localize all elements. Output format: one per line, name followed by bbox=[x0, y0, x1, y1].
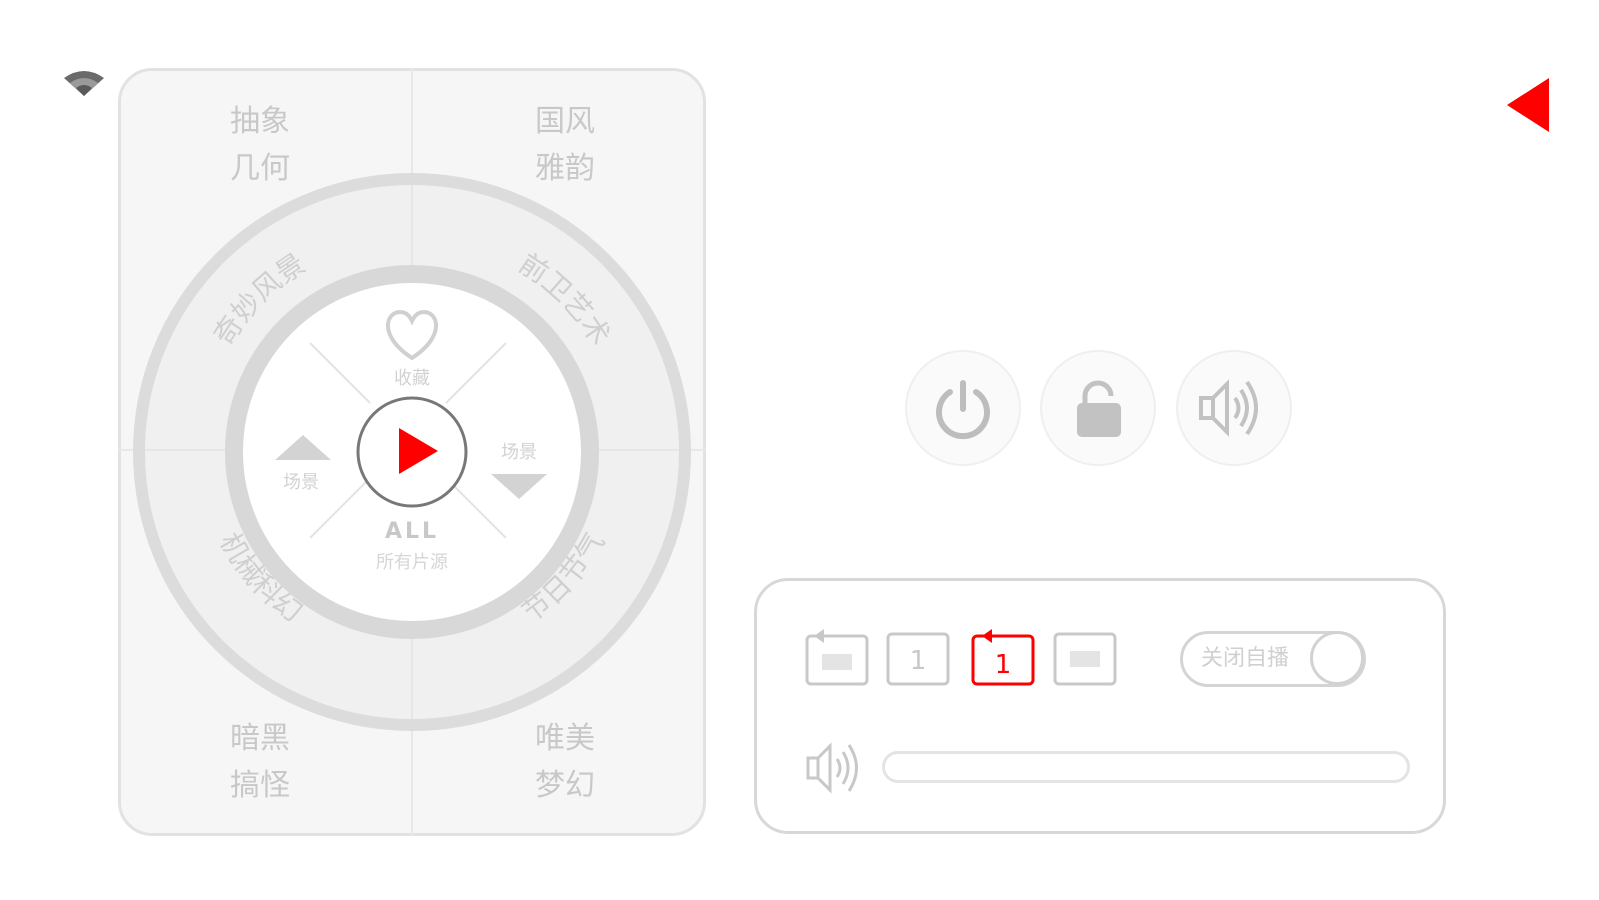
power-icon bbox=[936, 380, 990, 440]
corner-text-line: 雅韵 bbox=[535, 151, 595, 186]
all-sub-label: 所有片源 bbox=[376, 552, 448, 573]
sound-button[interactable] bbox=[1176, 350, 1292, 466]
autoplay-label: 关闭自播 bbox=[1201, 646, 1290, 671]
corner-text-line: 暗黑 bbox=[230, 721, 290, 756]
corner-text-line: 几何 bbox=[230, 151, 290, 186]
toggle-knob bbox=[1310, 631, 1364, 685]
corner-text-line: 梦幻 bbox=[535, 768, 595, 803]
corner-text-line: 抽象 bbox=[230, 104, 290, 139]
all-label[interactable]: ALL bbox=[385, 519, 439, 544]
autoplay-toggle[interactable]: 关闭自播 bbox=[1180, 631, 1366, 687]
corner-text-line: 搞怪 bbox=[230, 768, 290, 803]
single-mode-label: 1 bbox=[910, 646, 927, 676]
speaker-icon bbox=[1199, 379, 1258, 437]
next-scene-label: 场景 bbox=[501, 442, 537, 463]
volume-slider[interactable] bbox=[882, 751, 1410, 783]
category-dark-funny[interactable]: 暗黑 搞怪 bbox=[200, 715, 320, 809]
wifi-icon bbox=[64, 71, 104, 96]
category-dreamy[interactable]: 唯美 梦幻 bbox=[505, 715, 625, 809]
lock-icon bbox=[1077, 380, 1121, 437]
lock-button[interactable] bbox=[1040, 350, 1156, 466]
category-abstract-geometry[interactable]: 抽象 几何 bbox=[200, 98, 320, 192]
speaker-icon bbox=[806, 742, 858, 794]
favorite-label: 收藏 bbox=[394, 368, 430, 389]
repeat-one-mode-label: 1 bbox=[995, 650, 1012, 680]
power-button[interactable] bbox=[905, 350, 1021, 466]
repeat-one-mode-button[interactable]: 1 bbox=[970, 626, 1036, 688]
corner-text-line: 国风 bbox=[535, 104, 595, 139]
back-arrow-icon[interactable] bbox=[1505, 76, 1549, 134]
corner-text-line: 唯美 bbox=[535, 721, 595, 756]
prev-scene-label: 场景 bbox=[283, 472, 319, 493]
category-chinese-style[interactable]: 国风 雅韵 bbox=[505, 98, 625, 192]
loop-all-mode-button[interactable] bbox=[804, 626, 870, 688]
single-mode-button[interactable]: 1 bbox=[886, 632, 950, 686]
list-mode-button[interactable] bbox=[1053, 632, 1117, 686]
play-button[interactable] bbox=[356, 396, 468, 508]
